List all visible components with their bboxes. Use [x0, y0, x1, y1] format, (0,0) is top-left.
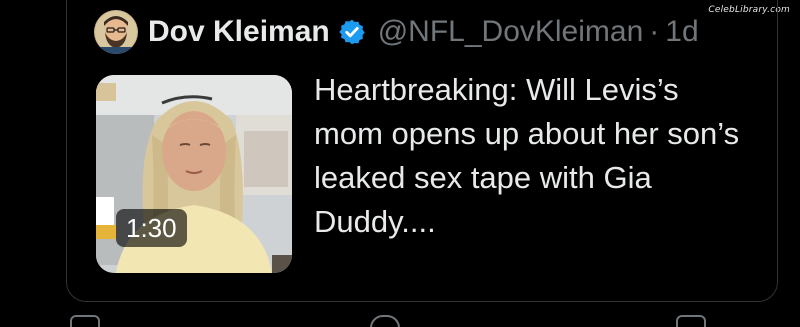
author-handle[interactable]: @NFL_DovKleiman — [378, 15, 644, 49]
video-duration-badge: 1:30 — [116, 209, 187, 247]
bookmark-icon[interactable] — [676, 315, 706, 327]
screenshot-canvas: CelebLibrary.com Dov Kleiman @NFL_DovKle… — [0, 0, 800, 327]
bearded-man-avatar-icon — [94, 10, 138, 54]
author-display-name[interactable]: Dov Kleiman — [148, 15, 330, 49]
video-thumbnail[interactable]: 1:30 — [96, 75, 292, 273]
reply-icon[interactable] — [70, 315, 100, 327]
views-icon[interactable] — [510, 317, 536, 327]
tweet-text: Heartbreaking: Will Levis’s mom opens up… — [314, 72, 740, 239]
separator-dot: · — [649, 15, 660, 48]
tweet-header: Dov Kleiman @NFL_DovKleiman · 1d — [94, 9, 699, 55]
verified-badge-icon — [339, 19, 365, 45]
avatar[interactable] — [94, 10, 138, 54]
timestamp[interactable]: 1d — [665, 15, 698, 49]
like-icon[interactable] — [370, 315, 400, 327]
